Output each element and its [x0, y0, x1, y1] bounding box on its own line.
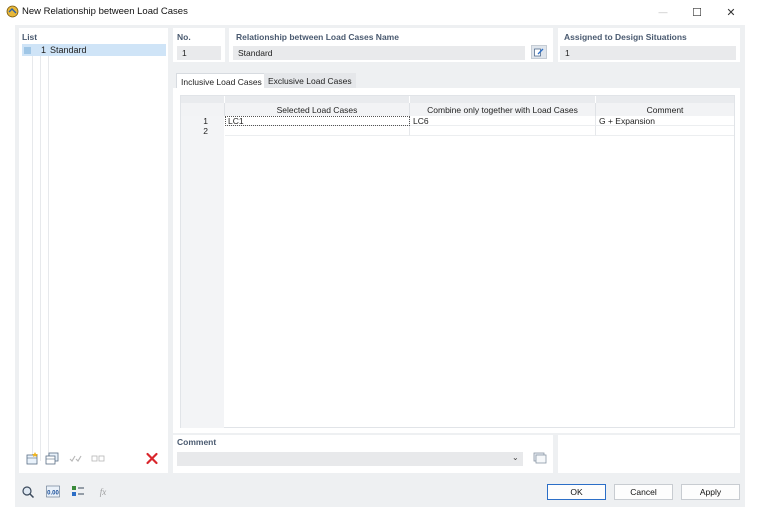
- svg-text:fx: fx: [100, 487, 107, 497]
- comment-input[interactable]: [177, 452, 523, 466]
- header-spacer: [181, 96, 224, 103]
- title-bar: New Relationship between Load Cases — ☐ …: [0, 0, 760, 24]
- minimize-button[interactable]: —: [646, 0, 680, 24]
- uncheck-all-icon[interactable]: [91, 452, 105, 465]
- number-label: No.: [177, 32, 191, 42]
- list-settings-icon[interactable]: [71, 485, 85, 498]
- column-header-selected[interactable]: Selected Load Cases: [225, 103, 410, 116]
- table-cell-combine[interactable]: LC6: [410, 116, 596, 126]
- tab-label: Exclusive Load Cases: [268, 76, 352, 86]
- table-cell-comment[interactable]: [596, 126, 734, 136]
- assigned-value: 1: [565, 48, 570, 58]
- edit-icon: [534, 48, 544, 56]
- header-spacer: [225, 96, 409, 103]
- svg-text:0.00: 0.00: [47, 491, 59, 497]
- info-panel: [558, 435, 740, 473]
- comment-library-icon[interactable]: [531, 451, 547, 465]
- maximize-button[interactable]: ☐: [680, 0, 714, 24]
- name-label: Relationship between Load Cases Name: [236, 32, 399, 42]
- edit-name-button[interactable]: [531, 45, 547, 59]
- check-all-icon[interactable]: [69, 452, 83, 465]
- number-value: 1: [182, 48, 187, 58]
- name-value: Standard: [238, 48, 273, 58]
- tree-guide: [32, 56, 33, 461]
- header-spacer: [410, 96, 595, 103]
- search-icon[interactable]: [21, 485, 35, 498]
- number-field[interactable]: 1: [177, 46, 221, 60]
- column-header-label: Comment: [646, 104, 684, 115]
- dialog-body: List 1 Standard No. 1 Relationship betwe…: [15, 25, 745, 507]
- apply-button[interactable]: Apply: [681, 484, 740, 500]
- comment-label: Comment: [177, 437, 217, 447]
- color-swatch-icon: [24, 46, 31, 54]
- units-icon[interactable]: 0.00: [46, 485, 60, 498]
- maximize-icon: ☐: [692, 6, 702, 19]
- list-item[interactable]: 1 Standard: [22, 44, 166, 56]
- list-item-number: 1: [40, 45, 46, 55]
- column-header-label: Selected Load Cases: [276, 104, 358, 115]
- tab-exclusive-load-cases[interactable]: Exclusive Load Cases: [264, 73, 356, 89]
- cancel-button[interactable]: Cancel: [614, 484, 673, 500]
- app-icon: [6, 5, 19, 18]
- name-field[interactable]: Standard: [233, 46, 525, 60]
- row-number-column: [181, 136, 224, 428]
- row-number: 2: [181, 126, 224, 136]
- header-spacer: [596, 96, 734, 103]
- window-title: New Relationship between Load Cases: [22, 6, 188, 17]
- load-cases-table: Selected Load Cases Combine only togethe…: [180, 95, 735, 428]
- assigned-field[interactable]: 1: [560, 46, 736, 60]
- function-icon[interactable]: fx: [96, 485, 110, 498]
- close-button[interactable]: ✕: [714, 0, 748, 24]
- list-item-name: Standard: [50, 45, 87, 55]
- table-cell-selected[interactable]: [225, 126, 410, 136]
- list-label: List: [22, 32, 38, 42]
- chevron-down-icon[interactable]: ⌄: [512, 453, 519, 462]
- tree-guide: [48, 56, 49, 461]
- close-icon: ✕: [726, 6, 736, 19]
- table-cell-combine[interactable]: [410, 126, 596, 136]
- row-number: 1: [181, 116, 224, 126]
- delete-icon[interactable]: [145, 452, 159, 465]
- column-header-combine[interactable]: Combine only together with Load Cases: [410, 103, 596, 116]
- table-cell-selected[interactable]: LC1: [225, 116, 410, 126]
- tab-label: Inclusive Load Cases: [181, 76, 262, 87]
- assigned-label: Assigned to Design Situations: [564, 32, 687, 42]
- column-header-label: Combine only together with Load Cases: [427, 104, 578, 115]
- row-number-header: [181, 103, 225, 116]
- tree-guide: [40, 56, 41, 461]
- list-panel: List 1 Standard: [19, 28, 168, 473]
- table-cell-comment[interactable]: G + Expansion: [596, 116, 734, 126]
- minimize-icon: —: [658, 7, 668, 17]
- new-item-icon[interactable]: [26, 452, 40, 465]
- copy-item-icon[interactable]: [45, 452, 59, 465]
- column-header-comment[interactable]: Comment: [596, 103, 734, 116]
- ok-button[interactable]: OK: [547, 484, 606, 500]
- tab-inclusive-load-cases[interactable]: Inclusive Load Cases: [176, 73, 267, 89]
